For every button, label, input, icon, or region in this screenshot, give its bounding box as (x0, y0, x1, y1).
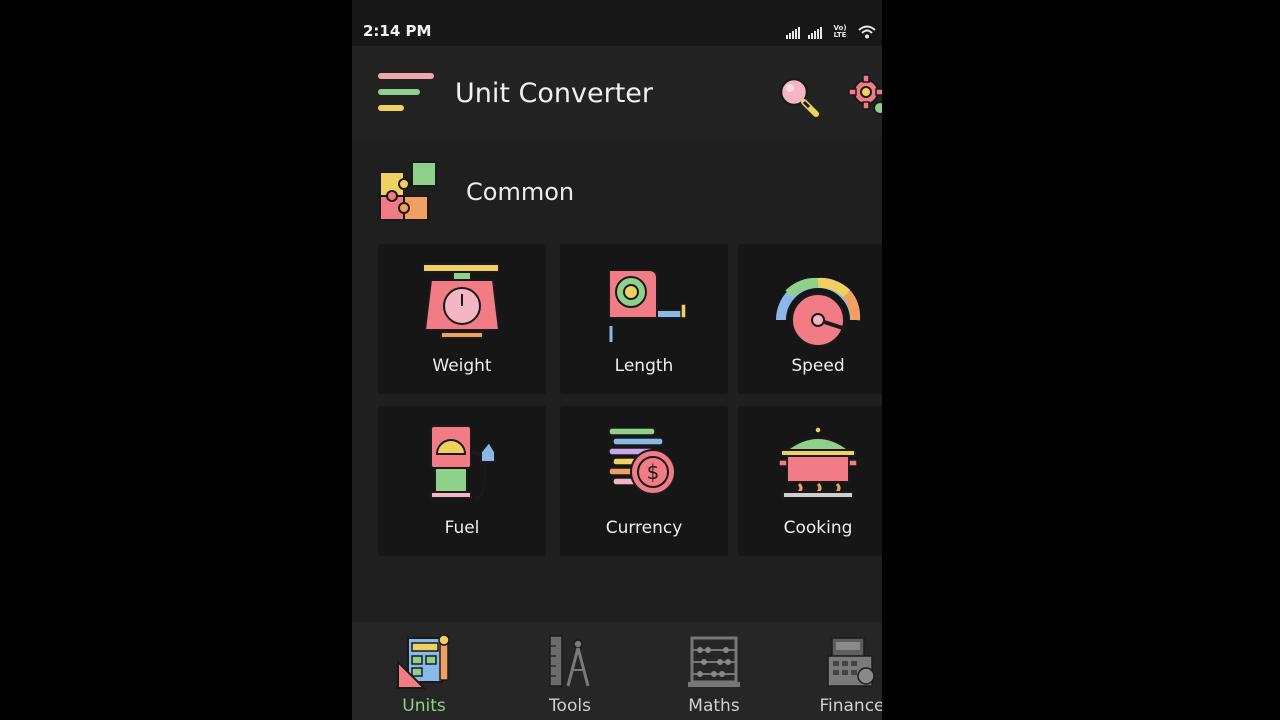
category-tile-cooking[interactable]: Cooking (738, 406, 882, 556)
nav-label: Maths (688, 696, 740, 716)
nav-tab-finance[interactable]: Finance (792, 622, 882, 720)
status-icons: Vo) LTE (786, 22, 876, 42)
status-bar: 2:14 PM Vo) LTE (352, 0, 882, 46)
status-time: 2:14 PM (363, 22, 432, 40)
category-tile-weight[interactable]: Weight (378, 244, 546, 394)
category-tile-length[interactable]: Length (560, 244, 728, 394)
fuel-pump-icon (430, 425, 496, 500)
units-ruler-calculator-icon (397, 634, 450, 689)
app-bar: Unit Converter (352, 46, 882, 140)
nav-label: Units (402, 696, 446, 716)
section-title: Common (466, 178, 575, 206)
category-label: Cooking (783, 518, 853, 538)
tools-compass-icon (549, 635, 590, 687)
nav-tab-maths[interactable]: Maths (654, 622, 774, 720)
category-tile-fuel[interactable]: Fuel (378, 406, 546, 556)
nav-tab-tools[interactable]: Tools (510, 622, 630, 720)
tape-measure-icon (608, 269, 687, 342)
finance-calculator-icon (827, 637, 875, 687)
wifi-icon (858, 25, 876, 39)
nav-tab-units[interactable]: Units (364, 622, 484, 720)
speedometer-icon (776, 277, 861, 346)
section-header[interactable]: Common (352, 148, 882, 238)
category-tile-currency[interactable]: $ Currency (560, 406, 728, 556)
volte-icon: Vo) LTE (833, 24, 847, 39)
signal-icon-2 (808, 26, 822, 39)
cooking-pot-icon (778, 426, 858, 499)
category-tile-speed[interactable]: Speed (738, 244, 882, 394)
category-label: Weight (432, 356, 492, 376)
category-label: Currency (605, 518, 683, 538)
category-label: Fuel (444, 518, 480, 538)
weight-scale-icon (422, 263, 501, 339)
bottom-navigation: Units Tools Maths Finance (352, 622, 882, 720)
svg-text:$: $ (647, 460, 660, 484)
app-title: Unit Converter (455, 78, 654, 109)
nav-label: Tools (549, 696, 591, 716)
nav-label: Finance (819, 696, 882, 716)
category-label: Length (614, 356, 674, 376)
signal-icon (786, 26, 800, 39)
category-label: Speed (791, 356, 845, 376)
menu-icon[interactable] (378, 73, 436, 115)
maths-abacus-icon (688, 636, 740, 687)
settings-gear-icon[interactable] (848, 72, 882, 118)
phone-screen: 2:14 PM Vo) LTE Unit Converter Common We… (352, 0, 882, 720)
search-icon[interactable] (776, 74, 822, 120)
puzzle-icon (379, 161, 437, 221)
currency-coins-icon: $ (608, 427, 676, 495)
